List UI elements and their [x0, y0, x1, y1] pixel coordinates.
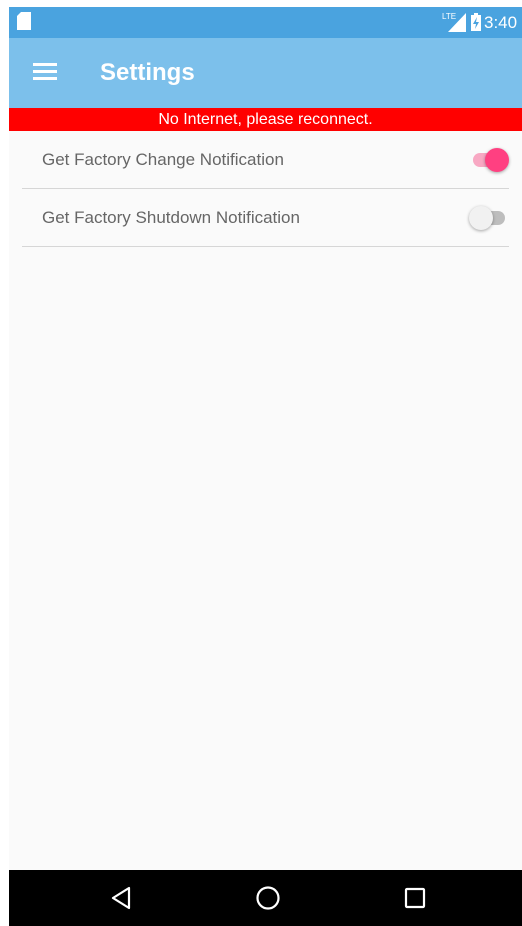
setting-label: Get Factory Change Notification	[42, 150, 284, 169]
status-clock: 3:40	[484, 13, 518, 32]
lte-signal-icon: LTE	[442, 12, 466, 32]
lte-label: LTE	[442, 12, 456, 21]
setting-row-factory-change[interactable]: Get Factory Change Notification	[22, 131, 509, 189]
menu-icon[interactable]	[33, 63, 57, 81]
status-bar: LTE 3:40	[9, 7, 522, 38]
battery-charging-icon	[471, 13, 481, 31]
setting-label: Get Factory Shutdown Notification	[42, 208, 300, 227]
no-internet-banner: No Internet, please reconnect.	[9, 108, 522, 131]
app-screen: LTE 3:40 Settings No Internet, please re…	[9, 7, 522, 926]
back-icon[interactable]	[109, 885, 135, 911]
factory-shutdown-toggle[interactable]	[469, 206, 509, 230]
navigation-bar	[9, 870, 522, 926]
recents-icon[interactable]	[402, 885, 428, 911]
switch-thumb	[469, 206, 493, 230]
app-bar: Settings	[9, 38, 522, 108]
settings-list: Get Factory Change Notification Get Fact…	[22, 131, 509, 247]
setting-row-factory-shutdown[interactable]: Get Factory Shutdown Notification	[22, 189, 509, 247]
home-icon[interactable]	[255, 885, 281, 911]
factory-change-toggle[interactable]	[469, 148, 509, 172]
sd-card-icon	[17, 12, 31, 30]
switch-thumb	[485, 148, 509, 172]
page-title: Settings	[100, 59, 195, 86]
